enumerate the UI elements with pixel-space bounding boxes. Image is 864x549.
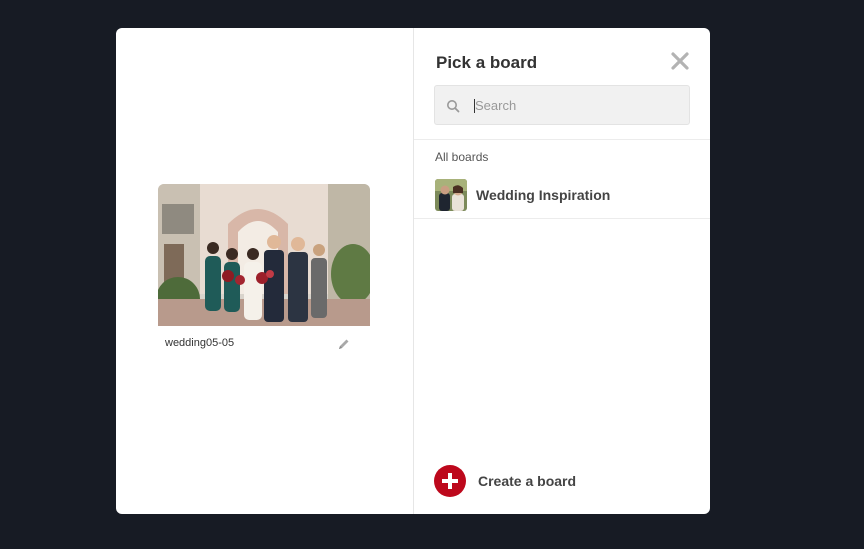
- plus-icon: [434, 465, 466, 497]
- create-board-label: Create a board: [478, 473, 577, 489]
- picker-title: Pick a board: [436, 53, 538, 72]
- search-input[interactable]: [473, 86, 685, 124]
- pin-preview-pane: wedding05-05: [116, 28, 414, 514]
- create-board-button[interactable]: Create a board: [434, 465, 634, 497]
- divider: [414, 139, 710, 140]
- pin-caption: wedding05-05: [165, 337, 235, 349]
- board-name: Wedding Inspiration: [476, 187, 611, 203]
- pin-image: [158, 184, 370, 326]
- pick-board-modal: wedding05-05 Pick a board All boards: [116, 28, 710, 514]
- close-icon[interactable]: [669, 50, 691, 72]
- search-icon: [447, 100, 460, 113]
- board-picker-pane: Pick a board All boards: [414, 28, 710, 514]
- all-boards-label: All boards: [435, 150, 489, 164]
- board-item-wedding-inspiration[interactable]: Wedding Inspiration: [414, 176, 710, 219]
- search-box: [434, 85, 690, 125]
- pencil-icon[interactable]: [337, 337, 351, 351]
- board-thumbnail: [435, 179, 467, 211]
